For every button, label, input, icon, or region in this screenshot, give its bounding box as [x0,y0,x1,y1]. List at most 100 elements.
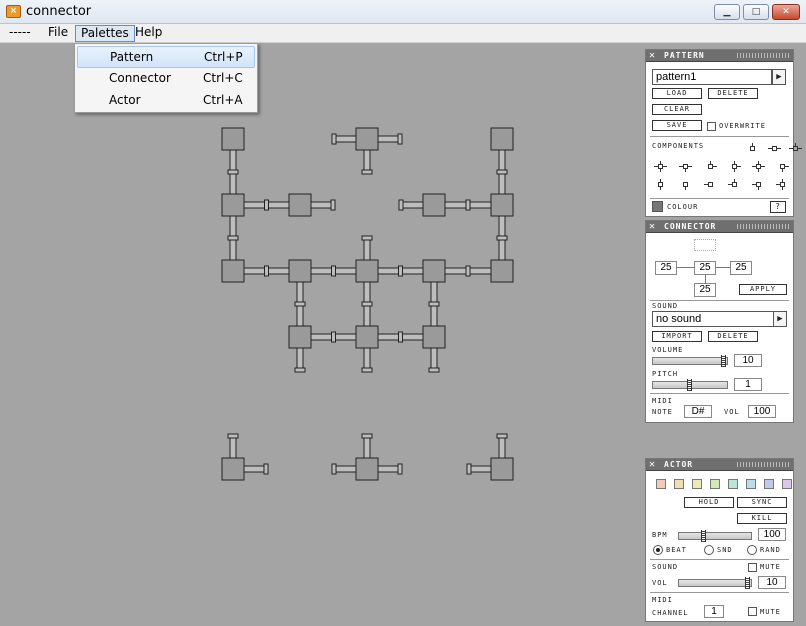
colour-swatch[interactable] [728,479,738,489]
connector-node[interactable] [355,457,379,481]
connector-pipe[interactable] [310,201,334,209]
pattern-select-arrow[interactable]: ▶ [772,69,786,85]
component-icon[interactable] [752,179,765,190]
channel-field[interactable]: 1 [704,605,724,618]
connector-pipe[interactable] [468,465,492,473]
colour-swatch[interactable] [746,479,756,489]
sound-select[interactable]: no sound [652,311,774,327]
pitch-slider[interactable] [652,379,728,391]
menu-palettes[interactable]: Palettes [75,25,135,42]
connector-node[interactable] [355,259,379,283]
connector-joint[interactable] [496,235,508,241]
connector-joint[interactable] [398,199,404,211]
drag-grip-icon[interactable] [737,224,789,229]
connector-joint[interactable] [294,367,306,373]
connector-joint[interactable] [428,301,440,307]
panel-close-icon[interactable]: ✕ [649,50,655,61]
connector-pipe[interactable] [333,465,357,473]
slider-thumb[interactable] [700,530,706,542]
connector-joint[interactable] [361,301,373,307]
connector-node[interactable] [288,259,312,283]
connector-joint[interactable] [496,433,508,439]
minimize-button[interactable]: ▁ [714,4,740,20]
connector-node[interactable] [221,259,245,283]
slider-thumb[interactable] [687,379,692,391]
bpm-field[interactable]: 100 [758,528,786,541]
note-field[interactable]: D# [684,405,712,418]
panel-header[interactable]: ✕ ACTOR [646,459,793,471]
connector-joint[interactable] [397,133,403,145]
connector-pipe[interactable] [296,347,304,371]
beat-radio[interactable] [653,545,663,555]
connector-node[interactable] [221,127,245,151]
connector-node[interactable] [288,193,312,217]
component-icon[interactable] [728,161,741,172]
panel-header[interactable]: ✕ PATTERN [646,50,793,62]
connector-joint[interactable] [398,265,403,277]
connector-node[interactable] [288,325,312,349]
connector-joint[interactable] [361,433,373,439]
overwrite-checkbox[interactable] [707,122,716,131]
connector-joint[interactable] [465,199,471,211]
top-length-field[interactable] [694,239,716,251]
component-icon[interactable] [704,179,717,190]
connector-joint[interactable] [361,367,373,373]
connector-pipe[interactable] [363,347,371,371]
component-icon[interactable] [679,179,692,190]
component-icon[interactable] [728,179,741,190]
clear-button[interactable]: CLEAR [652,104,702,115]
connector-pipe[interactable] [243,465,267,473]
connector-joint[interactable] [398,331,403,343]
connector-pipe[interactable] [377,465,401,473]
menu-help[interactable]: Help [130,25,167,42]
close-button[interactable]: ✕ [772,4,800,20]
delete-button[interactable]: DELETE [708,88,758,99]
connector-node[interactable] [490,259,514,283]
connector-pipe[interactable] [363,237,371,261]
connector-joint[interactable] [496,169,508,175]
help-button[interactable]: ? [770,201,786,213]
bpm-slider[interactable] [678,530,752,542]
connector-pipe[interactable] [377,135,401,143]
connector-joint[interactable] [331,133,337,145]
colour-swatch[interactable] [782,479,792,489]
connector-joint[interactable] [330,199,336,211]
actor-vol-slider[interactable] [678,577,752,589]
panel-close-icon[interactable]: ✕ [649,459,655,470]
component-icon[interactable] [704,161,717,172]
connector-node[interactable] [490,457,514,481]
kill-button[interactable]: KILL [737,513,787,524]
colour-swatch[interactable] [764,479,774,489]
pattern-name-field[interactable]: pattern1 [652,69,772,85]
component-icon[interactable] [746,143,759,154]
slider-thumb[interactable] [745,577,750,589]
apply-button[interactable]: APPLY [739,284,787,295]
connector-node[interactable] [355,127,379,151]
connector-joint[interactable] [264,199,269,211]
colour-swatch[interactable] [674,479,684,489]
midi-mute-checkbox[interactable] [748,607,757,616]
connector-pipe[interactable] [400,201,424,209]
panel-close-icon[interactable]: ✕ [649,221,655,232]
connector-joint[interactable] [361,235,373,241]
bottom-length-field[interactable]: 25 [694,283,716,297]
save-button[interactable]: SAVE [652,120,702,131]
connector-joint[interactable] [361,169,373,175]
connector-node[interactable] [221,193,245,217]
volume-slider[interactable] [652,355,728,367]
connector-pipe[interactable] [498,435,506,459]
connector-joint[interactable] [227,169,239,175]
connector-joint[interactable] [465,265,471,277]
drag-grip-icon[interactable] [737,53,789,58]
component-icon[interactable] [654,179,667,190]
center-length-field[interactable]: 25 [694,261,716,275]
connector-joint[interactable] [331,331,336,343]
connector-joint[interactable] [428,367,440,373]
connector-joint[interactable] [397,463,403,475]
connector-joint[interactable] [331,265,336,277]
component-icon[interactable] [768,143,781,154]
component-icon[interactable] [789,143,802,154]
load-button[interactable]: LOAD [652,88,702,99]
connector-joint[interactable] [227,433,239,439]
delete-sound-button[interactable]: DELETE [708,331,758,342]
